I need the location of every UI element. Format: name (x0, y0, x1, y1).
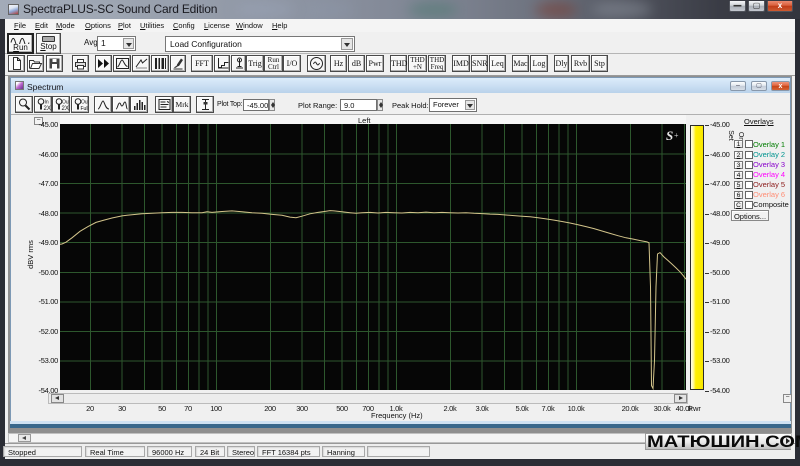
svg-text:Out: Out (62, 100, 69, 106)
svg-text:In: In (44, 100, 48, 106)
svg-text:2X: 2X (43, 106, 50, 112)
svg-text:Full: Full (80, 106, 88, 112)
svg-text:Out: Out (81, 100, 88, 106)
svg-text:S: S (666, 128, 673, 143)
svg-text:2X: 2X (61, 106, 68, 112)
svg-text:+: + (674, 131, 679, 140)
